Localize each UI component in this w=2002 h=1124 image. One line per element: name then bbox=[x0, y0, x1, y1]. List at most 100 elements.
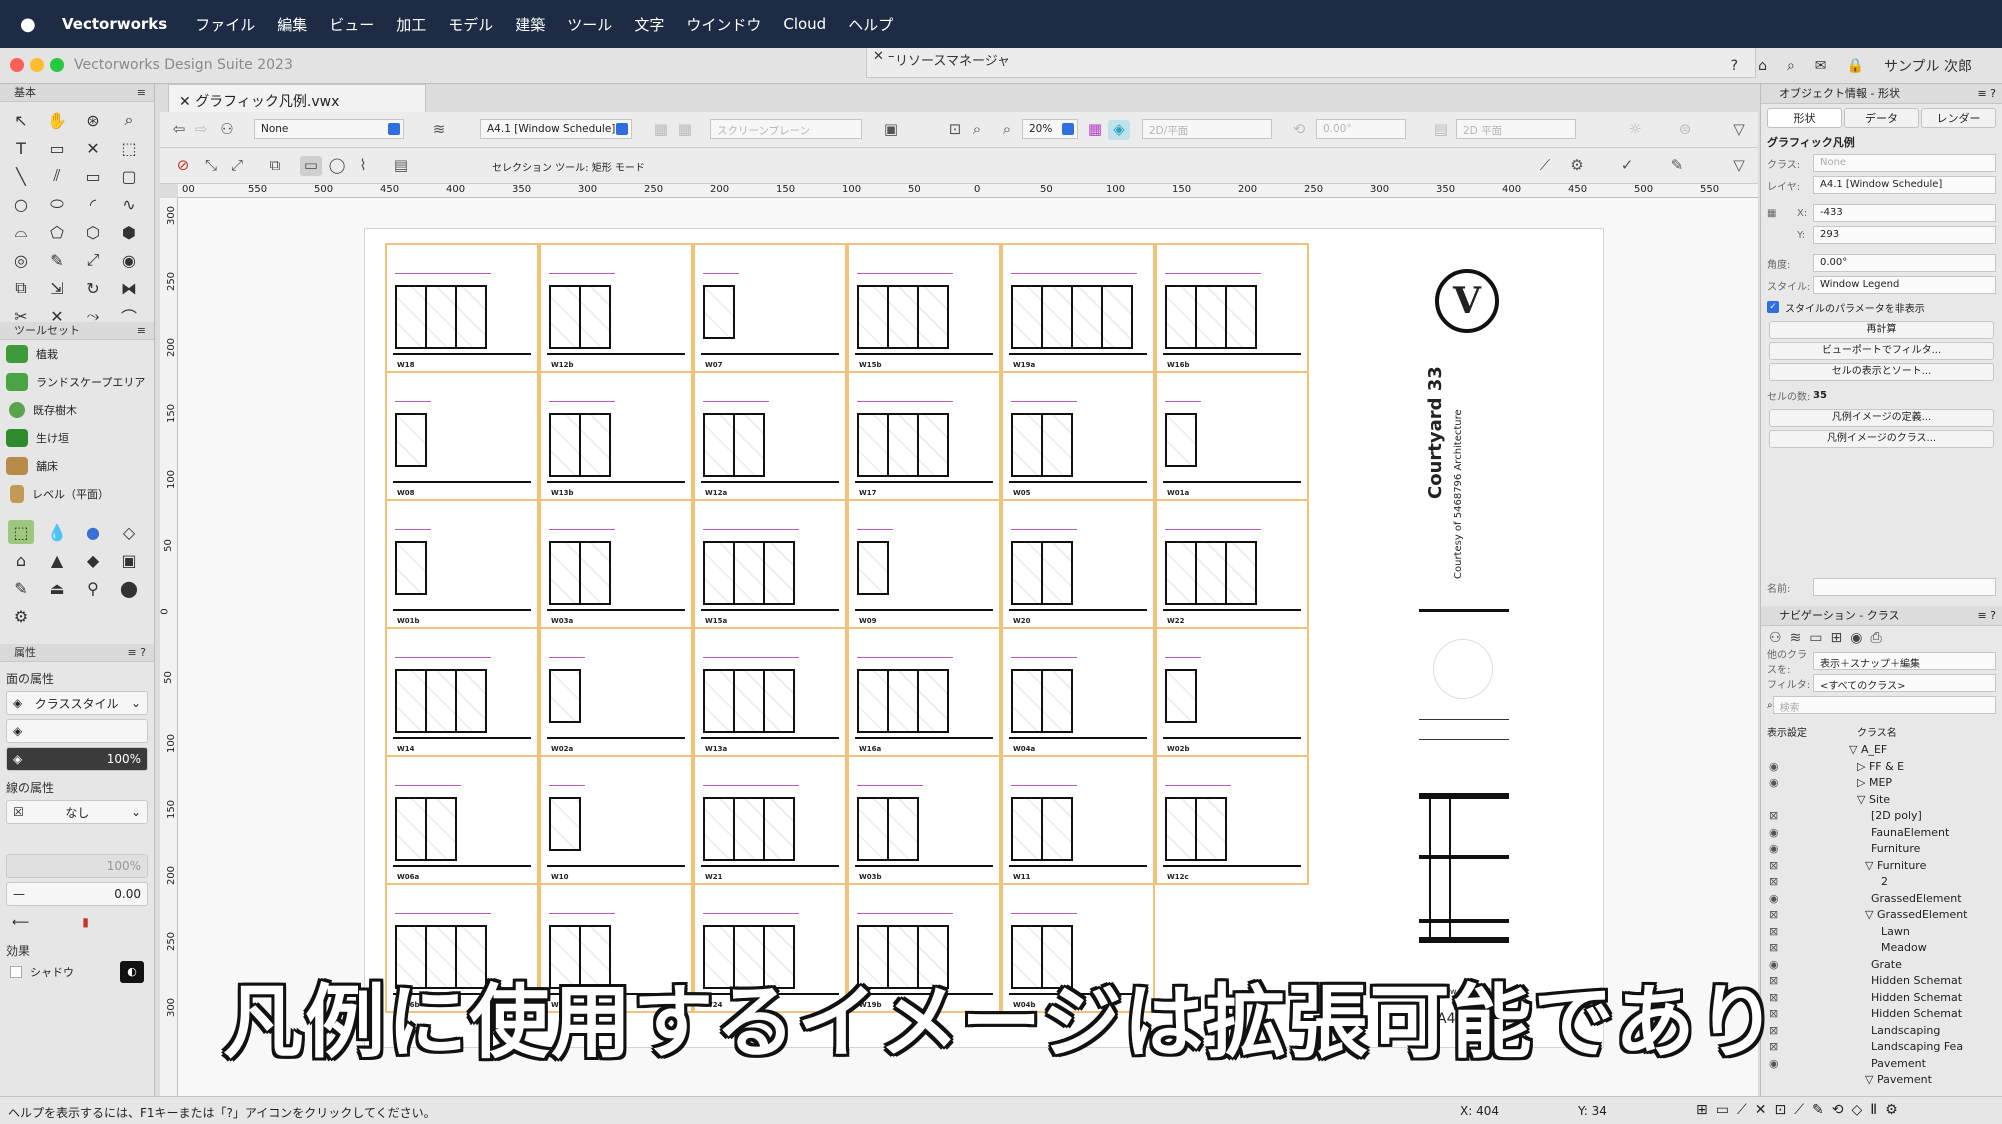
eggs-icon[interactable]: ⬤ bbox=[116, 576, 142, 600]
angle-icon[interactable]: ⟲ bbox=[1288, 120, 1310, 140]
legend-cell[interactable]: W19a bbox=[1001, 243, 1155, 373]
class-list-item[interactable]: ⊠ Meadow bbox=[1761, 940, 2002, 957]
help-icon[interactable]: ? bbox=[1731, 58, 1738, 74]
class-name-column-header[interactable]: クラス名 bbox=[1857, 724, 1897, 739]
legend-cell[interactable]: W07 bbox=[693, 243, 847, 373]
tray-icon[interactable]: ⏏ bbox=[44, 576, 70, 600]
class-tool-icon[interactable]: ⚇ bbox=[216, 120, 238, 140]
palette-menu-icon[interactable]: ≡ ? bbox=[1977, 606, 1996, 626]
x-field[interactable]: -433 bbox=[1813, 204, 1996, 222]
fill-color-field[interactable]: ◈ bbox=[6, 719, 148, 743]
class-list-item[interactable]: ⊠ [2D poly] bbox=[1761, 808, 2002, 825]
mirror-tool-icon[interactable]: ⧓ bbox=[116, 276, 142, 300]
toolset-item-landscape-area[interactable]: ランドスケープエリア bbox=[0, 368, 154, 396]
legend-cell[interactable]: W04a bbox=[1001, 627, 1155, 757]
legend-cell[interactable]: W11 bbox=[1001, 755, 1155, 885]
visibility-toggle-icon[interactable]: ⊠ bbox=[1769, 941, 1778, 954]
site-model-icon[interactable]: ⬚ bbox=[8, 520, 34, 544]
rotate-tool-icon[interactable]: ↻ bbox=[80, 276, 106, 300]
tap-icon[interactable]: ⚲ bbox=[80, 576, 106, 600]
arc-tool-icon[interactable]: ◜ bbox=[80, 192, 106, 216]
smart-cursor-icon[interactable]: ✓ bbox=[1616, 156, 1638, 176]
menu-model[interactable]: モデル bbox=[448, 14, 493, 35]
filter-by-viewport-button[interactable]: ビューポートでフィルタ... bbox=[1769, 342, 1994, 360]
angle-field[interactable]: 0.00° bbox=[1316, 119, 1406, 139]
menu-architecture[interactable]: 建築 bbox=[515, 14, 545, 35]
menu-tools[interactable]: ツール bbox=[567, 14, 612, 35]
legend-cell[interactable]: W16b bbox=[1155, 243, 1309, 373]
visibility-toggle-icon[interactable]: ⊠ bbox=[1769, 875, 1778, 888]
legend-cell[interactable]: W10 bbox=[539, 755, 693, 885]
palette-menu-icon[interactable]: ≡ ? bbox=[127, 644, 146, 662]
legend-cell[interactable]: W15b bbox=[847, 243, 1001, 373]
fill-opacity-field[interactable]: ◈ 100% bbox=[6, 747, 148, 771]
plane-icon[interactable]: ▤ bbox=[1430, 120, 1452, 140]
legend-cell[interactable]: W18 bbox=[385, 243, 539, 373]
legend-cell[interactable]: W03a bbox=[539, 499, 693, 629]
tab-data[interactable]: データ bbox=[1844, 108, 1919, 128]
grid-icon[interactable]: ▦ bbox=[1084, 120, 1106, 140]
style-select[interactable]: Window Legend bbox=[1813, 276, 1996, 294]
class-list-item[interactable]: ◉ Furniture bbox=[1761, 841, 2002, 858]
visibility-toggle-icon[interactable]: ⊠ bbox=[1769, 908, 1778, 921]
filter-select[interactable]: <すべてのクラス> bbox=[1813, 674, 1996, 692]
snap-toggle-icons[interactable]: ⊞▭⟋✕⊡⟋✎⟲◇Ⅱ⚙ bbox=[1696, 1102, 1906, 1118]
locus-tool-icon[interactable]: ✕ bbox=[80, 136, 106, 160]
polyline-tool-icon[interactable]: ⌓ bbox=[8, 220, 34, 244]
visible-eye-icon[interactable]: ◉ bbox=[1769, 842, 1779, 855]
line-weight-field[interactable]: — 0.00 bbox=[6, 882, 148, 906]
pan-tool-icon[interactable]: ✋ bbox=[44, 108, 70, 132]
home-icon[interactable]: ⌂ bbox=[1758, 58, 1767, 74]
visibility-toggle-icon[interactable]: ⊠ bbox=[1769, 809, 1778, 822]
menu-app[interactable]: Vectorworks bbox=[62, 15, 167, 33]
lighting-icon[interactable]: ☼ bbox=[1624, 120, 1646, 140]
object-3d-tool-icon[interactable]: ⬚ bbox=[116, 136, 142, 160]
class-list-item[interactable]: ◉ ▷ FF & E bbox=[1761, 759, 2002, 776]
apple-icon[interactable]: ● bbox=[20, 14, 38, 35]
menu-help[interactable]: ヘルプ bbox=[848, 14, 893, 35]
freehand-tool-icon[interactable]: ∿ bbox=[116, 192, 142, 216]
menu-edit[interactable]: 編集 bbox=[277, 14, 307, 35]
name-field[interactable] bbox=[1813, 578, 1996, 596]
legend-cell[interactable]: W02b bbox=[1155, 627, 1309, 757]
nav-references-tab-icon[interactable]: ⎙ bbox=[1870, 630, 1881, 646]
settings-gear-icon[interactable]: ⚙ bbox=[1566, 156, 1588, 176]
back-icon[interactable]: ⇦ bbox=[168, 120, 190, 140]
legend-cell[interactable]: W13b bbox=[539, 371, 693, 501]
zoom-select[interactable]: 20% bbox=[1022, 119, 1078, 139]
mail-icon[interactable]: ✉ bbox=[1815, 58, 1827, 74]
preferences-mode-icon[interactable]: ▤ bbox=[390, 156, 412, 176]
nav-sheet-tab-icon[interactable]: ▭ bbox=[1809, 630, 1822, 646]
move-tool-icon[interactable]: ⇲ bbox=[44, 276, 70, 300]
offset-tool-icon[interactable]: ⧉ bbox=[8, 276, 34, 300]
fill-style-select[interactable]: ◈ クラススタイル ⌄ bbox=[6, 691, 148, 715]
legend-cell[interactable]: W16a bbox=[847, 627, 1001, 757]
house-icon[interactable]: ⌂ bbox=[8, 548, 34, 572]
tab-shape[interactable]: 形状 bbox=[1767, 108, 1842, 128]
menu-text[interactable]: 文字 bbox=[634, 14, 664, 35]
snap-icon[interactable]: ⟋ bbox=[1534, 156, 1556, 176]
circle-tool-icon[interactable]: ○ bbox=[8, 192, 34, 216]
minimize-window-button[interactable] bbox=[30, 58, 44, 72]
legend-cell[interactable]: W08 bbox=[385, 371, 539, 501]
class-list-item[interactable]: ⊠ Lawn bbox=[1761, 924, 2002, 941]
legend-cell[interactable]: W02a bbox=[539, 627, 693, 757]
fit-to-window-icon[interactable]: ⊡ bbox=[944, 120, 966, 140]
nav-viewport-tab-icon[interactable]: ◉ bbox=[1850, 630, 1862, 646]
legend-cell[interactable]: W12a bbox=[693, 371, 847, 501]
visible-eye-icon[interactable]: ◉ bbox=[1769, 776, 1779, 789]
visible-eye-icon[interactable]: ◉ bbox=[1769, 826, 1779, 839]
eyedropper-tool-icon[interactable]: ✎ bbox=[44, 248, 70, 272]
class-list-item[interactable]: ▽ A_EF bbox=[1761, 742, 2002, 759]
forward-icon[interactable]: ⇨ bbox=[190, 120, 212, 140]
palette-menu-icon[interactable]: ≡ ? bbox=[1977, 84, 1996, 104]
zoom-tool-icon[interactable]: ⌕ bbox=[116, 108, 142, 132]
visibility-column-header[interactable]: 表示設定 bbox=[1767, 724, 1857, 739]
multi-select-icon[interactable]: ⤢ bbox=[226, 156, 248, 176]
gear-icon[interactable]: ⚙ bbox=[8, 604, 34, 628]
view-bar-menu-icon[interactable]: ▽ bbox=[1728, 120, 1750, 140]
class-search-input[interactable]: 検索 bbox=[1772, 696, 1996, 714]
class-list-item[interactable]: ▽ Pavement bbox=[1761, 1072, 2002, 1089]
edit-mode-icon[interactable]: ✎ bbox=[1666, 156, 1688, 176]
plane-select[interactable]: 2D 平面 bbox=[1456, 119, 1576, 139]
